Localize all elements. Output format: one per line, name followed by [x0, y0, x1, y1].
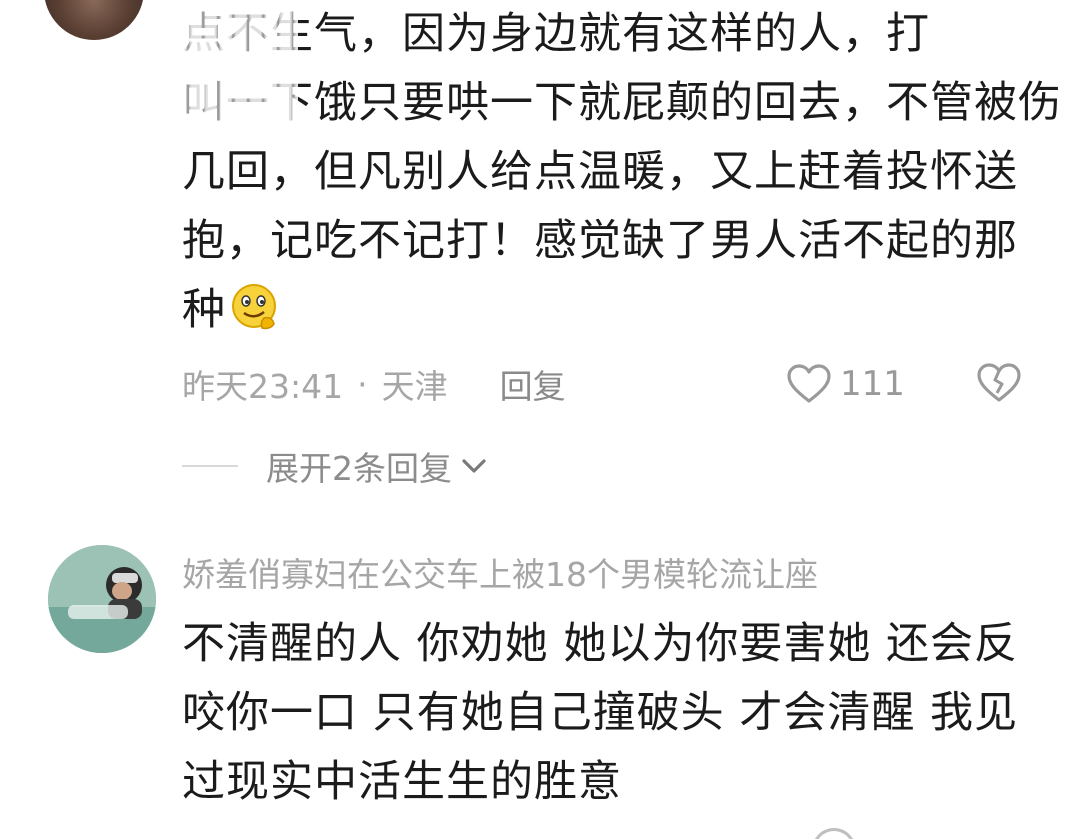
avatar[interactable]	[44, 0, 144, 40]
heart-outline-icon[interactable]	[812, 828, 856, 839]
chevron-down-icon	[462, 459, 486, 473]
comment-location: 天津	[381, 367, 448, 406]
broken-heart-icon[interactable]	[976, 362, 1022, 404]
comment-line: 过现实中活生生的胜意	[182, 757, 622, 807]
comment-line: 点不生气，因为身边就有这样的人，打	[182, 9, 930, 59]
like-button[interactable]: 111	[786, 363, 905, 405]
comment-line: 抱，记吃不记打！感觉缺了男人活不起的那	[182, 216, 1018, 266]
comment-line-text: 种	[182, 285, 226, 335]
comment-line: 几回，但凡别人给点温暖，又上赶着投怀送	[182, 147, 1018, 197]
comment-line: 咬你一口 只有她自己撞破头 才会清醒 我见	[182, 688, 1019, 738]
smirk-face-emoji	[232, 283, 276, 329]
comment-body: 点不生气，因为身边就有这样的人，打 叫一下饿只要哄一下就屁颠的回去，不管被伤 几…	[176, 0, 1062, 345]
divider-line	[182, 465, 238, 467]
comment-meta: 昨天23:41 · 天津 回复 111	[182, 356, 1042, 412]
avatar[interactable]	[48, 545, 156, 653]
comment-line: 叫一下饿只要哄一下就屁颠的回去，不管被伤	[182, 78, 1062, 128]
expand-replies[interactable]: 展开2条回复	[182, 442, 488, 490]
expand-replies-label[interactable]: 展开2条回复	[266, 442, 452, 490]
comment-line: 不清醒的人 你劝她 她以为你要害她 还会反	[182, 619, 1019, 669]
heart-outline-icon	[787, 364, 831, 403]
comment-line-last: 种	[182, 276, 1052, 345]
obscured-overlay	[176, 2, 298, 132]
comment-body: 不清醒的人 你劝她 她以为你要害她 还会反 咬你一口 只有她自己撞破头 才会清醒…	[182, 610, 1052, 817]
comment-thread: 点不生气，因为身边就有这样的人，打 叫一下饿只要哄一下就屁颠的回去，不管被伤 几…	[0, 0, 1084, 839]
username[interactable]: 娇羞俏寡妇在公交车上被18个男模轮流让座	[182, 548, 818, 596]
avatar-image	[48, 545, 156, 653]
reply-button[interactable]: 回复	[500, 360, 566, 408]
meta-separator: ·	[357, 364, 368, 404]
comment-time: 昨天23:41	[182, 367, 344, 406]
like-count: 111	[840, 364, 905, 404]
